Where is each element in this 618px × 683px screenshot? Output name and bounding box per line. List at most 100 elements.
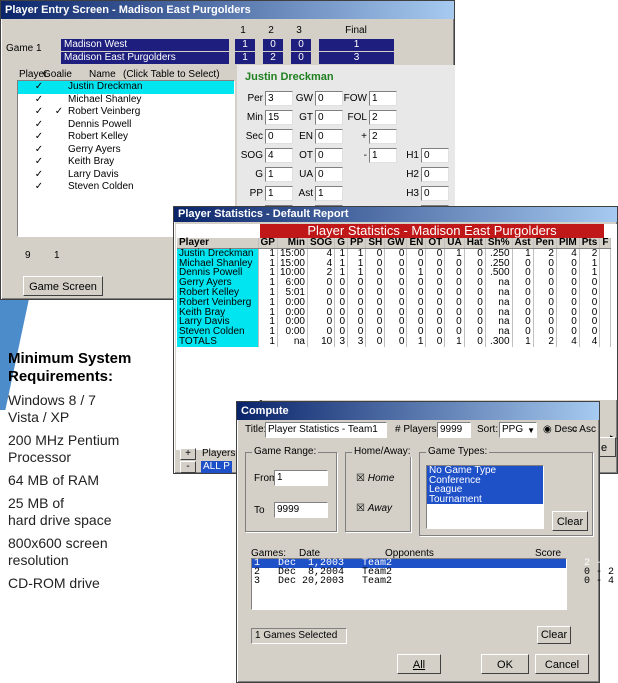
roster-player-name: Justin Dreckman — [68, 81, 143, 92]
player-check-icon: ✓ — [34, 156, 44, 167]
player-check-icon: ✓ — [34, 181, 44, 192]
sort-select-value: PPG — [502, 424, 524, 435]
stats-cell: 0 — [406, 258, 427, 269]
field-label: Per — [247, 93, 263, 104]
stat-input[interactable]: 0 — [421, 167, 449, 182]
players-label: # Players: — [395, 424, 440, 435]
stats-cell: 4 — [579, 337, 601, 347]
roster-row[interactable]: ✓ Larry Davis — [18, 169, 234, 182]
stat-input[interactable]: 2 — [369, 129, 397, 144]
stats-row: Keith Bray 1 0:00 0 0 0 0 0 0 0 0 0 na 0 0 0 0 — [177, 307, 612, 318]
expand-button[interactable]: + — [180, 448, 196, 460]
all-players-node[interactable]: ALL P — [201, 461, 232, 473]
game-type-item[interactable]: Tournament — [427, 494, 543, 505]
stats-cell — [599, 278, 612, 288]
roster-row[interactable]: ✓ Steven Colden — [18, 181, 234, 194]
field-label: + — [361, 131, 367, 142]
stats-cell: 0 — [347, 327, 367, 337]
games-items: 1 Dec 1,2003 Team2 2 - 12 Dec 8,2004 Tea… — [252, 559, 614, 587]
requirement-item: Processor — [8, 449, 72, 465]
player-check-icon: ✓ — [34, 143, 44, 155]
game-types-list[interactable]: No Game Type Conference League Tournament — [426, 465, 544, 529]
field-label: H1 — [406, 150, 419, 161]
requirement-item: 64 MB of RAM — [8, 472, 100, 488]
roster-row[interactable]: ✓ Dennis Powell — [18, 119, 234, 132]
field-label: Sec — [245, 131, 263, 142]
cancel-button[interactable]: Cancel — [535, 654, 589, 674]
stats-cell: 0 — [406, 307, 427, 318]
stats-column-header: Pen — [533, 237, 557, 249]
roster-row[interactable]: ✓ ✓ Robert Veinberg — [18, 106, 234, 119]
game-label: Game 1 — [6, 43, 42, 54]
sort-select[interactable]: PPG ▼ — [499, 422, 537, 438]
away-checkbox[interactable]: ☒ Away — [356, 503, 392, 514]
stats-cell — [599, 336, 612, 347]
players-input[interactable]: 9999 — [437, 422, 471, 438]
stats-cell: 10 — [307, 337, 336, 347]
clear-label: Clear — [556, 516, 584, 528]
stat-input[interactable]: 2 — [369, 110, 397, 125]
stats-cell: 3 — [334, 337, 348, 347]
roster-player-name: Steven Colden — [68, 181, 134, 192]
stat-input[interactable]: 0 — [421, 148, 449, 163]
stats-cell: 1 — [347, 268, 367, 279]
compute-titlebar: Compute — [237, 402, 599, 420]
collapse-label: - — [186, 461, 190, 472]
roster-row[interactable]: ✓ Justin Dreckman — [18, 81, 234, 94]
from-input[interactable]: 1 — [274, 470, 328, 486]
stats-cell: 0 — [425, 337, 446, 347]
game-screen-button[interactable]: Game Screen — [23, 276, 103, 296]
field-label: UA — [299, 169, 313, 180]
player-detail-panel: Justin Dreckman Per 3 GW 0 FOW 1 Min 15 GT 0 FOL 2 S… — [237, 65, 455, 220]
players-node-label[interactable]: Players — [202, 448, 235, 459]
roster-row[interactable]: ✓ Robert Kelley — [18, 131, 234, 144]
game-row[interactable]: 3 Dec 20,2003 Team2 0 - 4 — [252, 577, 614, 587]
stats-cell: 1 — [406, 268, 427, 279]
requirement-item: 800x600 screen — [8, 535, 108, 551]
roster-row[interactable]: ✓ Michael Shanley — [18, 94, 234, 107]
game-types-clear-button[interactable]: Clear — [552, 511, 588, 531]
home-checkbox[interactable]: ☒ Home — [356, 473, 394, 484]
stats-table: Player GP Min SOG G PP SH GW EN OT UA Hat Sh% Ast Pen P… — [177, 237, 612, 347]
all-button[interactable]: All — [397, 654, 441, 674]
title-label: Title: — [245, 424, 267, 435]
ok-button[interactable]: OK — [481, 654, 529, 674]
field-label: GT — [299, 112, 313, 123]
games-list[interactable]: 1 Dec 1,2003 Team2 2 - 12 Dec 8,2004 Tea… — [251, 558, 614, 610]
collapse-button[interactable]: - — [180, 461, 196, 473]
field-label: PP — [249, 188, 263, 199]
roster-row[interactable]: ✓ Keith Bray — [18, 156, 234, 169]
stat-input[interactable]: 0 — [315, 148, 343, 163]
stat-input[interactable]: 0 — [315, 167, 343, 182]
stat-input[interactable]: 0 — [421, 186, 449, 201]
stats-cell: 0 — [347, 317, 367, 328]
requirement-item: CD-ROM drive — [8, 575, 100, 591]
stat-input[interactable]: 1 — [315, 186, 343, 201]
stats-report: Player Statistics - Madison East Purgold… — [176, 224, 617, 400]
games-clear-button[interactable]: Clear — [537, 626, 571, 644]
roster-row[interactable]: ✓ Gerry Ayers — [18, 144, 234, 157]
stats-cell — [599, 287, 612, 298]
to-input[interactable]: 9999 — [274, 502, 328, 518]
stat-input[interactable]: 0 — [315, 91, 343, 106]
asc-radio[interactable]: ○ Asc — [571, 424, 596, 435]
games-selected-status: 1 Games Selected — [251, 628, 347, 644]
stats-column-header: Ast — [512, 237, 534, 249]
stats-cell — [599, 297, 612, 308]
stats-cell: 0 — [406, 297, 427, 308]
field-label: Min — [246, 112, 263, 123]
title-input[interactable]: Player Statistics - Team1 — [265, 422, 387, 438]
cancel-button-label: Cancel — [544, 659, 580, 671]
stat-input[interactable]: 0 — [315, 110, 343, 125]
game-types-label: Game Types: — [426, 446, 490, 457]
stat-input[interactable]: 1 — [369, 91, 397, 106]
stat-input[interactable]: 0 — [315, 129, 343, 144]
ok-button-label: OK — [497, 659, 513, 671]
stats-cell: 1 — [512, 337, 534, 347]
game-range-group: Game Range: From 1 To 9999 — [245, 446, 337, 532]
stats-column-header: Min — [277, 237, 308, 249]
player-check-icon: ✓ — [34, 93, 44, 105]
field-label: FOL — [347, 112, 367, 123]
stats-column-header: Player — [177, 237, 259, 249]
stats-cell: 3 — [347, 337, 367, 347]
